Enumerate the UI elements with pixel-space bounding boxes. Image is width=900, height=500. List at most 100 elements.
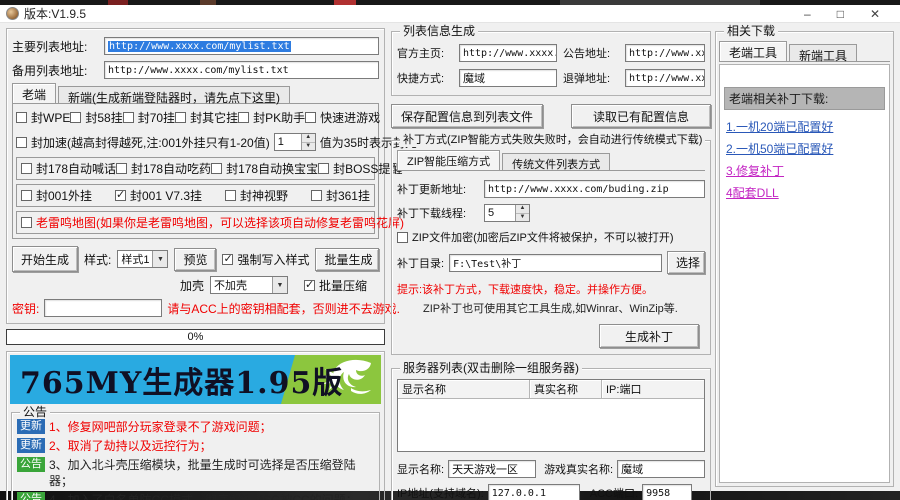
up-arrow-icon[interactable]: ▲ bbox=[516, 205, 529, 214]
preview-button[interactable]: 预览 bbox=[174, 248, 216, 271]
backup-list-input[interactable]: http://www.xxxx.com/mylist.txt bbox=[104, 61, 379, 79]
col-display-name[interactable]: 显示名称 bbox=[398, 380, 530, 398]
minimize-button[interactable]: – bbox=[804, 8, 811, 20]
checkbox-batch-compress[interactable]: 批量压缩 bbox=[304, 277, 367, 294]
notice-text: 3、加入北斗壳压缩模块，批量生成时可选择是否压缩登陆器； bbox=[49, 457, 374, 489]
generate-patch-button[interactable]: 生成补丁 bbox=[599, 324, 699, 348]
checkbox-label: 封178自动换宝宝 bbox=[226, 160, 318, 177]
style-select[interactable]: 样式1▼ bbox=[117, 250, 168, 268]
col-real-name[interactable]: 真实名称 bbox=[530, 380, 602, 398]
read-config-button[interactable]: 读取已有配置信息 bbox=[571, 104, 711, 128]
server-listview[interactable]: 显示名称 真实名称 IP:端口 bbox=[397, 379, 705, 452]
checkbox-box[interactable] bbox=[238, 112, 249, 123]
down-arrow-icon[interactable]: ▼ bbox=[516, 214, 529, 222]
chevron-down-icon[interactable]: ▼ bbox=[272, 277, 287, 293]
checkbox-box[interactable] bbox=[225, 190, 236, 201]
col-ip-port[interactable]: IP:端口 bbox=[602, 380, 704, 398]
checkbox-box[interactable] bbox=[397, 232, 408, 243]
download-link-50[interactable]: 2.一机50端已配置好 bbox=[726, 140, 883, 157]
real-name-value: 魔域 bbox=[621, 461, 643, 477]
tab-new-tools[interactable]: 新端工具 bbox=[789, 44, 857, 61]
checkbox-box[interactable] bbox=[311, 190, 322, 201]
bounce-url-input[interactable]: http://www.xxxx.com bbox=[625, 69, 705, 87]
checkbox-block-178-pet[interactable]: 封178自动换宝宝 bbox=[211, 160, 318, 177]
checkbox-box[interactable] bbox=[21, 190, 32, 201]
key-input[interactable] bbox=[44, 299, 162, 317]
tab-zip-smart[interactable]: ZIP智能压缩方式 bbox=[397, 150, 500, 170]
chevron-down-icon[interactable]: ▼ bbox=[152, 251, 167, 267]
old-client-tab-pane: 封WPE 封58挂 封70挂 封其它挂 封PK助手 快速进游戏 封加速(越高封得… bbox=[12, 104, 379, 239]
checkbox-block-361[interactable]: 封361挂 bbox=[311, 187, 370, 204]
patch-threads-stepper[interactable]: 5▲▼ bbox=[484, 204, 530, 222]
notice-badge: 公告 bbox=[17, 492, 45, 500]
checkbox-block-178-med[interactable]: 封178自动吃药 bbox=[116, 160, 211, 177]
acc-port-input[interactable]: 9958 bbox=[642, 484, 692, 500]
start-generate-button[interactable]: 开始生成 bbox=[12, 246, 78, 272]
checkbox-box[interactable] bbox=[116, 163, 127, 174]
checkbox-block-boss[interactable]: 封BOSS提醒 bbox=[318, 160, 402, 177]
tab-old-client[interactable]: 老端 bbox=[12, 83, 56, 103]
server-list-body[interactable] bbox=[398, 399, 704, 451]
display-name-input[interactable]: 天天游戏一区 bbox=[448, 460, 536, 478]
checkbox-box[interactable] bbox=[222, 254, 233, 265]
patch-dir-input[interactable]: F:\Test\补丁 bbox=[449, 254, 662, 272]
primary-list-input[interactable]: http://www.xxxx.com/mylist.txt bbox=[104, 37, 379, 55]
maximize-button[interactable]: □ bbox=[837, 8, 844, 20]
home-url-input[interactable]: http://www.xxxx.com bbox=[459, 44, 557, 62]
checkbox-zip-encrypt[interactable]: ZIP文件加密(加密后ZIP文件将被保护，不可以被打开) bbox=[397, 229, 674, 245]
checkbox-box[interactable] bbox=[175, 112, 186, 123]
download-link-20[interactable]: 1.一机20端已配置好 bbox=[726, 118, 883, 135]
stepper-arrows[interactable]: ▲▼ bbox=[301, 134, 315, 150]
checkbox-box[interactable] bbox=[115, 190, 126, 201]
stepper-arrows[interactable]: ▲▼ bbox=[515, 205, 529, 221]
checkbox-block-pk[interactable]: 封PK助手 bbox=[238, 109, 305, 126]
checkbox-label: 老雷鸣地图(如果你是老雷鸣地图，可以选择该项自动修复老雷鸣花屏) bbox=[36, 214, 404, 231]
checkbox-block-178-shout[interactable]: 封178自动喊话 bbox=[21, 160, 116, 177]
batch-generate-button[interactable]: 批量生成 bbox=[315, 248, 379, 271]
checkbox-block-wpe[interactable]: 封WPE bbox=[16, 109, 70, 126]
shortcut-input[interactable]: 魔域 bbox=[459, 69, 557, 87]
checkbox-leiming-map[interactable]: 老雷鸣地图(如果你是老雷鸣地图，可以选择该项自动修复老雷鸣花屏) bbox=[21, 214, 404, 231]
up-arrow-icon[interactable]: ▲ bbox=[302, 134, 315, 143]
checkbox-block-other[interactable]: 封其它挂 bbox=[175, 109, 238, 126]
checkbox-block-speed[interactable]: 封加速(越高封得越死,注:001外挂只有1-20值) bbox=[16, 134, 270, 151]
checkbox-box[interactable] bbox=[304, 280, 315, 291]
checkbox-box[interactable] bbox=[21, 163, 32, 174]
patch-url-input[interactable]: http://www.xxxx.com/buding.zip bbox=[484, 180, 705, 198]
download-link-dll[interactable]: 4配套DLL bbox=[726, 184, 883, 201]
close-button[interactable]: ✕ bbox=[870, 8, 880, 20]
checkbox-block-58[interactable]: 封58挂 bbox=[70, 109, 122, 126]
real-name-input[interactable]: 魔域 bbox=[617, 460, 705, 478]
checkbox-block-70[interactable]: 封70挂 bbox=[123, 109, 175, 126]
checkbox-block-001[interactable]: 封001外挂 bbox=[21, 187, 92, 204]
checkbox-box[interactable] bbox=[305, 112, 316, 123]
checkbox-block-001-v73[interactable]: 封001 V7.3挂 bbox=[115, 187, 202, 204]
list-info-title: 列表信息生成 bbox=[400, 24, 478, 38]
checkbox-label: 封361挂 bbox=[326, 187, 370, 204]
choose-dir-button[interactable]: 选择 bbox=[667, 251, 705, 274]
save-config-button[interactable]: 保存配置信息到列表文件 bbox=[391, 104, 543, 128]
checkbox-box[interactable] bbox=[211, 163, 222, 174]
tab-old-tools[interactable]: 老端工具 bbox=[719, 41, 787, 61]
ip-label: IP地址(支持域名): bbox=[397, 485, 484, 500]
download-link-fix-patch[interactable]: 3.修复补丁 bbox=[726, 162, 883, 179]
checkbox-box[interactable] bbox=[70, 112, 81, 123]
checkbox-fast-enter[interactable]: 快速进游戏 bbox=[305, 109, 380, 126]
down-arrow-icon[interactable]: ▼ bbox=[302, 143, 315, 151]
speed-value-stepper[interactable]: 1▲▼ bbox=[274, 133, 316, 151]
style-label: 样式: bbox=[84, 251, 111, 268]
checkbox-block-vision[interactable]: 封神视野 bbox=[225, 187, 288, 204]
shell-select[interactable]: 不加壳▼ bbox=[210, 276, 288, 294]
tab-traditional-list[interactable]: 传统文件列表方式 bbox=[502, 153, 610, 170]
checkbox-box[interactable] bbox=[123, 112, 134, 123]
generator-group: 主要列表地址: http://www.xxxx.com/mylist.txt 备… bbox=[6, 28, 385, 324]
checkbox-box[interactable] bbox=[16, 112, 27, 123]
progress-bar: 0% bbox=[6, 329, 385, 345]
checkbox-box[interactable] bbox=[21, 217, 32, 228]
notice-url-input[interactable]: http://www.xxxx.com bbox=[625, 44, 705, 62]
checkbox-box[interactable] bbox=[318, 163, 329, 174]
tab-new-client[interactable]: 新端(生成新端登陆器时，请先点下这里) bbox=[58, 86, 290, 103]
ip-input[interactable]: 127.0.0.1 bbox=[488, 484, 580, 500]
checkbox-box[interactable] bbox=[16, 137, 27, 148]
checkbox-force-style[interactable]: 强制写入样式 bbox=[222, 251, 309, 268]
